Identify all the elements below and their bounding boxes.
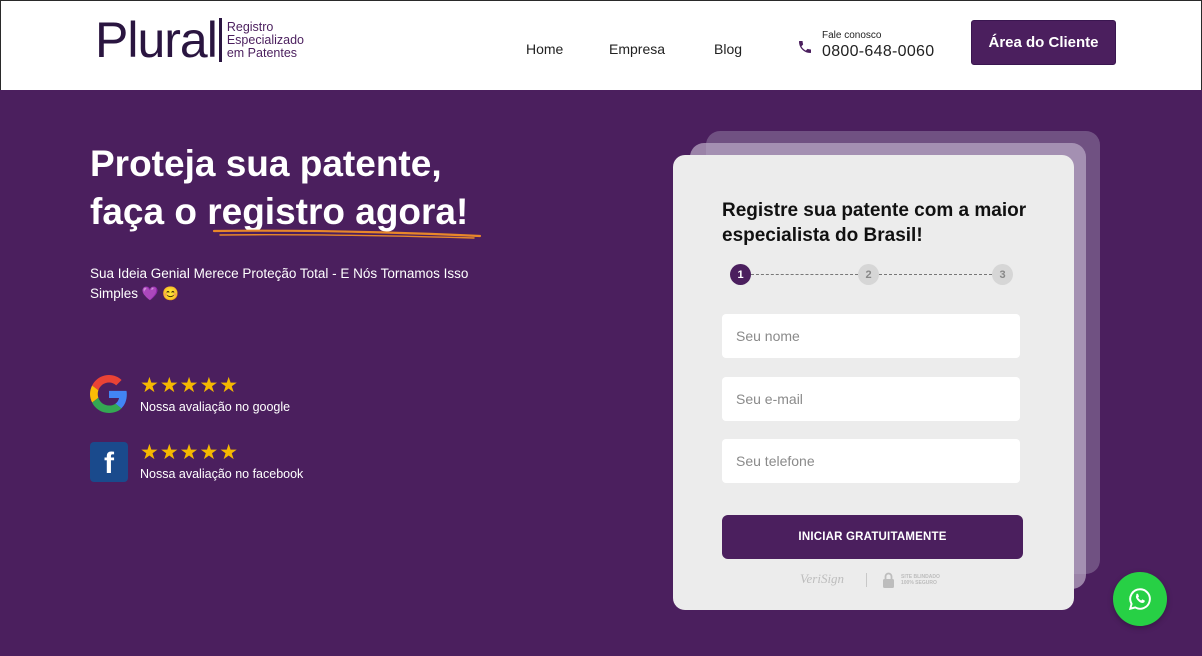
nav-home[interactable]: Home xyxy=(526,41,563,57)
stepper-connector xyxy=(751,274,858,275)
logo-divider xyxy=(218,18,222,62)
step-3: 3 xyxy=(992,264,1013,285)
facebook-rating-info: ★★★★★ Nossa avaliação no facebook xyxy=(140,441,304,482)
step-2: 2 xyxy=(858,264,879,285)
logo-wordmark: Plural xyxy=(95,12,218,68)
phone-field[interactable] xyxy=(722,439,1020,483)
phone-icon xyxy=(799,41,811,53)
contact-label: Fale conosco xyxy=(822,30,882,41)
google-rating: ★★★★★ Nossa avaliação no google xyxy=(90,375,290,414)
form-stepper: 1 2 3 xyxy=(730,264,1014,286)
google-stars: ★★★★★ xyxy=(140,374,240,397)
whatsapp-button[interactable] xyxy=(1113,572,1167,626)
google-icon xyxy=(90,375,127,413)
whatsapp-icon xyxy=(1128,588,1151,611)
step-1: 1 xyxy=(730,264,751,285)
name-field[interactable] xyxy=(722,314,1020,358)
lock-icon xyxy=(883,572,894,588)
nav-empresa[interactable]: Empresa xyxy=(609,41,665,57)
facebook-rating-label: Nossa avaliação no facebook xyxy=(140,467,304,481)
hero-title-highlight: registro agora! xyxy=(207,191,469,232)
facebook-rating: f ★★★★★ Nossa avaliação no facebook xyxy=(90,442,303,482)
title-underline-stroke xyxy=(212,229,482,239)
verisign-seal: VeriSign xyxy=(800,571,845,586)
google-rating-label: Nossa avaliação no google xyxy=(140,400,291,414)
logo[interactable]: Plural Registro Especializado em Patente… xyxy=(95,15,304,65)
logo-tagline-line: Registro xyxy=(226,19,274,34)
logo-tagline-line: em Patentes xyxy=(226,45,298,60)
start-free-button[interactable]: INICIAR GRATUITAMENTE xyxy=(722,515,1023,559)
site-header: Plural Registro Especializado em Patente… xyxy=(0,0,1202,90)
form-title: Registre sua patente com a maior especia… xyxy=(722,200,1027,246)
secure-site-seal: SITE BLINDADO 100% SEGURO xyxy=(901,574,940,586)
hero-title: Proteja sua patente, faça o registro ago… xyxy=(90,140,468,236)
seal-text-line: 100% SEGURO xyxy=(901,580,937,586)
google-rating-info: ★★★★★ Nossa avaliação no google xyxy=(140,374,291,415)
contact-phone-link[interactable]: 0800-648-0060 xyxy=(822,43,934,61)
facebook-stars: ★★★★★ xyxy=(140,441,240,464)
hero-title-line2-start: faça o xyxy=(90,191,208,232)
client-area-button[interactable]: Área do Cliente xyxy=(971,20,1116,65)
logo-tagline: Registro Especializado em Patentes xyxy=(226,19,304,60)
email-field[interactable] xyxy=(722,377,1020,421)
stepper-connector xyxy=(879,274,992,275)
nav-blog[interactable]: Blog xyxy=(714,41,742,57)
facebook-icon: f xyxy=(90,442,128,482)
logo-tagline-line: Especializado xyxy=(226,32,304,47)
hero-subtitle: Sua Ideia Genial Merece Proteção Total -… xyxy=(90,266,469,301)
seal-divider xyxy=(866,573,867,587)
hero-title-line1: Proteja sua patente, xyxy=(90,143,442,184)
